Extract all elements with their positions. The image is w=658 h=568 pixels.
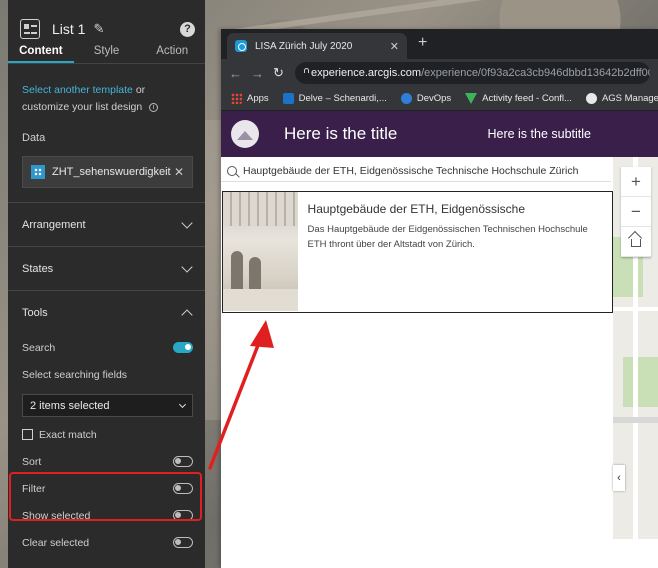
section-tools[interactable]: Tools <box>8 290 205 334</box>
reload-icon[interactable]: ↻ <box>273 65 295 81</box>
collapse-chevron-left-icon[interactable]: ‹ <box>613 465 625 491</box>
address-bar-row: ← → ↻ experience.arcgis.com/experience/0… <box>221 59 658 87</box>
devops-icon <box>400 93 412 104</box>
highlight-box <box>9 472 202 521</box>
bookmark-label: Delve – Schenardi,... <box>298 93 387 104</box>
settings-tabs: Content Style Action <box>8 42 205 64</box>
zoom-out-button[interactable]: − <box>621 197 651 227</box>
tab-style[interactable]: Style <box>74 42 140 63</box>
tab-content[interactable]: Content <box>8 42 74 63</box>
tab-action[interactable]: Action <box>139 42 205 63</box>
data-label: Data <box>22 132 46 144</box>
exact-match-label: Exact match <box>39 428 97 441</box>
remove-data-icon[interactable]: ✕ <box>174 165 184 179</box>
zoom-in-button[interactable]: + <box>621 167 651 197</box>
browser-tab-bar: LISA Zürich July 2020 ✕ + <box>221 29 658 59</box>
clear-selected-label: Clear selected <box>22 536 90 549</box>
data-source-chip[interactable]: ZHT_sehenswuerdigkeit ✕ <box>22 156 193 188</box>
search-fields-value: 2 items selected <box>30 399 110 412</box>
home-button[interactable] <box>621 227 651 257</box>
url-path: /experience/0f93a2ca3cb946dbbd13642b2dff… <box>421 67 650 79</box>
close-tab-icon[interactable]: ✕ <box>390 40 399 53</box>
delve-icon <box>282 93 294 104</box>
bookmark-label: Activity feed - Confl... <box>482 93 572 104</box>
data-source-name: ZHT_sehenswuerdigkeit <box>52 166 171 178</box>
back-arrow-icon[interactable]: ← <box>229 66 251 81</box>
url-field[interactable]: experience.arcgis.com/experience/0f93a2c… <box>295 62 650 84</box>
select-template-link[interactable]: Select another template <box>22 84 133 96</box>
app-header: Here is the title Here is the subtitle <box>221 111 658 157</box>
list-item[interactable]: Hauptgebäude der ETH, Eidgenössische Das… <box>222 191 613 313</box>
help-icon[interactable]: ? <box>180 21 195 37</box>
bookmarks-bar: Apps Delve – Schenardi,... DevOps Activi… <box>221 87 658 111</box>
forward-arrow-icon[interactable]: → <box>251 66 273 81</box>
home-icon <box>631 239 641 247</box>
app-logo-icon <box>231 120 259 148</box>
item-title: Hauptgebäude der ETH, Eidgenössische <box>307 202 526 216</box>
bookmark-label: AGS Manager <box>601 93 658 104</box>
template-intro: Select another template or customize you… <box>8 64 205 116</box>
edit-pencil-icon[interactable]: ✎ <box>93 21 104 37</box>
arcgis-favicon-icon <box>235 40 247 52</box>
list-search-input[interactable]: Hauptgebäude der ETH, Eidgenössische Tec… <box>243 165 578 177</box>
sort-row: Sort <box>8 448 205 475</box>
list-widget-icon <box>20 19 40 39</box>
chevron-down-icon <box>178 400 187 408</box>
chevron-down-icon <box>181 260 193 273</box>
section-arrangement[interactable]: Arrangement <box>8 202 205 246</box>
select-fields-label: Select searching fields <box>22 368 128 381</box>
chevron-up-icon <box>181 308 193 321</box>
exact-match-row[interactable]: Exact match <box>8 421 205 448</box>
browser-tab-title: LISA Zürich July 2020 <box>255 40 353 52</box>
app-title: Here is the title <box>284 124 398 143</box>
sort-label: Sort <box>22 455 42 468</box>
search-row: Search <box>8 334 205 361</box>
list-search-bar[interactable]: Hauptgebäude der ETH, Eidgenössische Tec… <box>221 160 611 182</box>
search-fields-select[interactable]: 2 items selected <box>22 394 193 417</box>
section-tools-label: Tools <box>22 306 48 319</box>
bookmark-label: DevOps <box>416 93 452 104</box>
browser-window: LISA Zürich July 2020 ✕ + ← → ↻ experien… <box>221 29 658 568</box>
app-content: + − ‹ Hauptgebäude der ETH, Eidgenössisc… <box>221 157 658 539</box>
bookmark-label: Apps <box>247 93 269 104</box>
activity-feed-icon <box>465 93 478 104</box>
item-thumbnail <box>223 192 298 311</box>
url-host: experience.arcgis.com <box>311 67 422 79</box>
clear-selected-toggle[interactable] <box>173 537 193 548</box>
bookmark-activity-feed[interactable]: Activity feed - Confl... <box>465 93 572 104</box>
apps-grid-icon <box>231 93 242 104</box>
exact-match-checkbox[interactable] <box>22 429 33 440</box>
search-toggle[interactable] <box>173 342 193 353</box>
ags-manager-icon <box>585 93 597 104</box>
section-arrangement-label: Arrangement <box>22 218 86 231</box>
info-icon[interactable]: i <box>149 102 159 112</box>
item-body: Hauptgebäude der ETH, Eidgenössische Das… <box>298 192 612 312</box>
feature-layer-icon <box>31 165 45 179</box>
sort-toggle[interactable] <box>173 456 193 467</box>
widget-title[interactable]: List 1 <box>52 21 85 37</box>
bookmark-ags-manager[interactable]: AGS Manager <box>585 93 658 104</box>
select-fields-row: Select searching fields <box>8 361 205 388</box>
bookmark-devops[interactable]: DevOps <box>400 93 452 104</box>
new-tab-icon[interactable]: + <box>418 34 427 52</box>
item-description: Das Hauptgebäude der Eidgenössischen Tec… <box>307 224 588 250</box>
chevron-down-icon <box>181 216 193 229</box>
browser-tab[interactable]: LISA Zürich July 2020 ✕ <box>227 33 407 59</box>
section-states-label: States <box>22 262 54 275</box>
bookmark-delve[interactable]: Delve – Schenardi,... <box>282 93 387 104</box>
section-states[interactable]: States <box>8 246 205 290</box>
search-label: Search <box>22 341 56 354</box>
bookmark-apps[interactable]: Apps <box>231 93 269 104</box>
app-subtitle: Here is the subtitle <box>487 127 591 141</box>
search-icon <box>227 165 237 176</box>
map-controls: + − <box>621 167 651 257</box>
clear-selected-row: Clear selected <box>8 529 205 556</box>
